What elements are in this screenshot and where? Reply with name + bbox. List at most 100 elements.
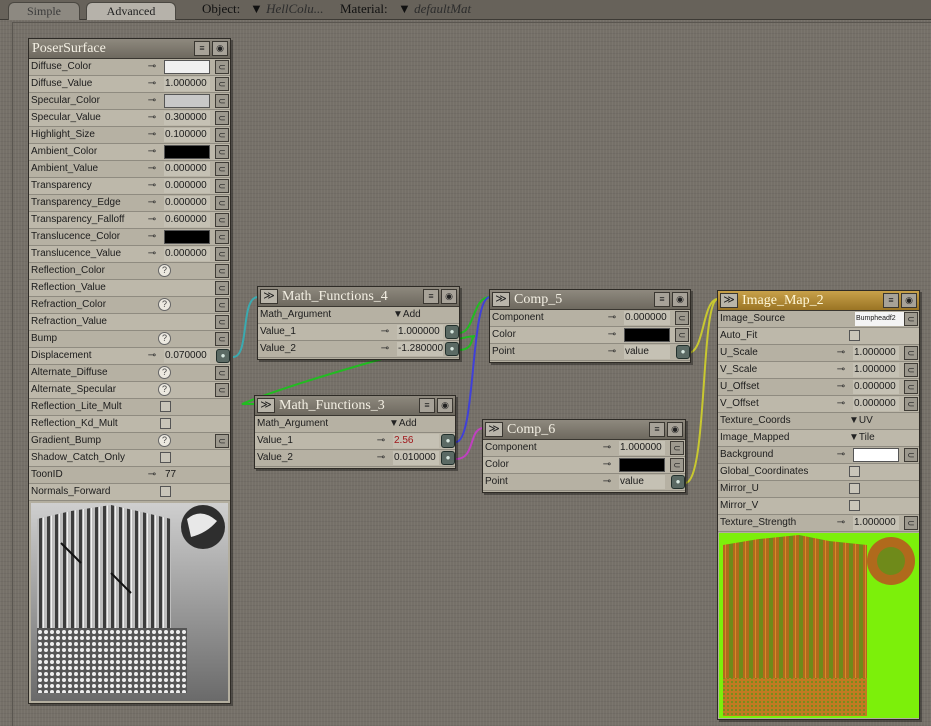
plug-icon[interactable]: ⊂ bbox=[904, 448, 918, 462]
link-icon[interactable]: ⊸ bbox=[597, 441, 617, 455]
color-swatch[interactable] bbox=[164, 94, 210, 108]
link-icon[interactable]: ⊸ bbox=[142, 247, 162, 261]
link-icon[interactable]: ⊸ bbox=[142, 349, 162, 363]
param-value-field[interactable]: 0.000000 bbox=[624, 311, 670, 325]
param-row-value-1[interactable]: Value_1 ⊸ 2.56 ● bbox=[255, 433, 455, 450]
node-header[interactable]: ≫ Image_Map_2 ≡ ◉ bbox=[718, 291, 919, 311]
color-swatch[interactable] bbox=[164, 60, 210, 74]
param-row-shadow-catch-only[interactable]: Shadow_Catch_Only bbox=[29, 450, 230, 467]
param-value-field[interactable]: 1.000000 bbox=[164, 77, 210, 91]
wire-comp5-math4-value1[interactable] bbox=[458, 296, 491, 334]
plug-icon[interactable]: ⊂ bbox=[670, 458, 684, 472]
poser-surface-node[interactable]: PoserSurface ≡ ◉ Diffuse_Color ⊸ ⊂ Diffuse_… bbox=[28, 38, 231, 704]
param-value-field[interactable]: 1.000000 bbox=[397, 325, 443, 339]
param-value-field[interactable]: 1.000000 bbox=[853, 346, 899, 360]
plug-icon[interactable]: ⊂ bbox=[215, 77, 229, 91]
param-row-u-scale[interactable]: U_Scale ⊸ 1.000000 ⊂ bbox=[718, 345, 919, 362]
link-icon[interactable]: ⊸ bbox=[831, 363, 851, 377]
param-value-field[interactable]: 1.000000 bbox=[853, 516, 899, 530]
param-row-v-scale[interactable]: V_Scale ⊸ 1.000000 ⊂ bbox=[718, 362, 919, 379]
menu-icon[interactable]: ≡ bbox=[419, 398, 435, 413]
plug-icon[interactable]: ⊂ bbox=[215, 332, 229, 346]
node-header[interactable]: ≫ Math_Functions_3 ≡ ◉ bbox=[255, 396, 455, 416]
param-row-transparency[interactable]: Transparency ⊸ 0.000000 ⊂ bbox=[29, 178, 230, 195]
plug-icon[interactable]: ⊂ bbox=[215, 145, 229, 159]
param-row-toonid[interactable]: ToonID ⊸ 77 bbox=[29, 467, 230, 484]
link-icon[interactable]: ⊸ bbox=[831, 516, 851, 530]
param-value-field[interactable]: 0.000000 bbox=[164, 179, 210, 193]
plug-icon[interactable]: ⊂ bbox=[904, 346, 918, 360]
color-swatch[interactable] bbox=[853, 448, 899, 462]
link-icon[interactable]: ⊸ bbox=[597, 475, 617, 489]
color-swatch[interactable] bbox=[164, 145, 210, 159]
wire-math4-displacement[interactable] bbox=[232, 296, 259, 358]
plug-icon[interactable]: ⊂ bbox=[215, 60, 229, 74]
plug-icon[interactable]: ⊂ bbox=[670, 441, 684, 455]
link-icon[interactable]: ⊸ bbox=[831, 380, 851, 394]
eye-icon[interactable]: ◉ bbox=[441, 289, 457, 304]
param-row-diffuse-color[interactable]: Diffuse_Color ⊸ ⊂ bbox=[29, 59, 230, 76]
param-value-field[interactable]: 0.000000 bbox=[164, 196, 210, 210]
param-row-specular-value[interactable]: Specular_Value ⊸ 0.300000 ⊂ bbox=[29, 110, 230, 127]
plug-icon[interactable]: ⊂ bbox=[215, 230, 229, 244]
param-row-normals-forward[interactable]: Normals_Forward bbox=[29, 484, 230, 501]
color-swatch[interactable] bbox=[624, 328, 670, 342]
param-row-refraction-color[interactable]: Refraction_Color? ⊂ bbox=[29, 297, 230, 314]
input-socket-icon[interactable]: ● bbox=[445, 325, 459, 339]
param-row-ambient-value[interactable]: Ambient_Value ⊸ 0.000000 ⊂ bbox=[29, 161, 230, 178]
param-row-v-offset[interactable]: V_Offset ⊸ 0.000000 ⊂ bbox=[718, 396, 919, 413]
param-row-global-coordinates[interactable]: Global_Coordinates bbox=[718, 464, 919, 481]
plug-icon[interactable]: ⊂ bbox=[904, 380, 918, 394]
question-icon[interactable]: ? bbox=[158, 264, 171, 277]
plug-icon[interactable]: ⊂ bbox=[904, 516, 918, 530]
plug-icon[interactable]: ⊂ bbox=[675, 311, 689, 325]
param-row-reflection-color[interactable]: Reflection_Color? ⊂ bbox=[29, 263, 230, 280]
param-row-point[interactable]: Point ⊸ value ● bbox=[483, 474, 685, 491]
param-value-field[interactable]: value bbox=[624, 345, 670, 359]
param-value-field[interactable]: 0.000000 bbox=[853, 380, 899, 394]
plug-icon[interactable]: ⊂ bbox=[675, 328, 689, 342]
param-row-value-1[interactable]: Value_1 ⊸ 1.000000 ● bbox=[258, 324, 459, 341]
question-icon[interactable]: ? bbox=[158, 332, 171, 345]
comp-6-node[interactable]: ≫ Comp_6 ≡ ◉ Component ⊸ 1.000000 ⊂ Color ⊸ ⊂ P… bbox=[482, 419, 686, 493]
collapse-icon[interactable]: ≫ bbox=[485, 422, 503, 437]
plug-icon[interactable]: ⊂ bbox=[215, 94, 229, 108]
node-header[interactable]: PoserSurface ≡ ◉ bbox=[29, 39, 230, 59]
param-value-field[interactable]: 0.010000 bbox=[393, 451, 439, 465]
param-value-field[interactable]: 77 bbox=[164, 468, 210, 482]
plug-icon[interactable]: ⊂ bbox=[215, 179, 229, 193]
link-icon[interactable]: ⊸ bbox=[602, 345, 622, 359]
node-header[interactable]: ≫ Comp_6 ≡ ◉ bbox=[483, 420, 685, 440]
param-row-mirror-u[interactable]: Mirror_U bbox=[718, 481, 919, 498]
link-icon[interactable]: ⊸ bbox=[142, 213, 162, 227]
question-icon[interactable]: ? bbox=[158, 383, 171, 396]
wire-comp6-math3-value2[interactable] bbox=[455, 427, 485, 460]
plug-icon[interactable]: ⊂ bbox=[215, 366, 229, 380]
param-row-component[interactable]: Component ⊸ 0.000000 ⊂ bbox=[490, 310, 690, 327]
param-row-reflection-kd-mult[interactable]: Reflection_Kd_Mult bbox=[29, 416, 230, 433]
checkbox[interactable] bbox=[160, 486, 171, 497]
param-value-field[interactable]: 0.000000 bbox=[853, 397, 899, 411]
link-icon[interactable]: ⊸ bbox=[831, 346, 851, 360]
link-icon[interactable]: ⊸ bbox=[371, 451, 391, 465]
param-value-field[interactable]: 0.000000 bbox=[164, 247, 210, 261]
param-value-field[interactable]: -1.280000 bbox=[397, 342, 443, 356]
param-value-field[interactable]: 0.070000 bbox=[164, 349, 210, 363]
plug-icon[interactable]: ⊂ bbox=[215, 247, 229, 261]
param-value-field[interactable]: 0.000000 bbox=[164, 162, 210, 176]
link-icon[interactable]: ⊸ bbox=[142, 111, 162, 125]
link-icon[interactable]: ⊸ bbox=[142, 162, 162, 176]
plug-icon[interactable]: ⊂ bbox=[215, 383, 229, 397]
link-icon[interactable]: ⊸ bbox=[142, 128, 162, 142]
param-row-texture-coords[interactable]: Texture_Coords ▼UV bbox=[718, 413, 919, 430]
node-header[interactable]: ≫ Math_Functions_4 ≡ ◉ bbox=[258, 287, 459, 307]
param-row-point[interactable]: Point ⊸ value ● bbox=[490, 344, 690, 361]
eye-icon[interactable]: ◉ bbox=[901, 293, 917, 308]
link-icon[interactable]: ⊸ bbox=[831, 397, 851, 411]
param-row-ambient-color[interactable]: Ambient_Color ⊸ ⊂ bbox=[29, 144, 230, 161]
dropdown-select[interactable]: ▼Add bbox=[389, 417, 417, 431]
comp-5-node[interactable]: ≫ Comp_5 ≡ ◉ Component ⊸ 0.000000 ⊂ Color ⊸ ⊂ P… bbox=[489, 289, 691, 363]
eye-icon[interactable]: ◉ bbox=[667, 422, 683, 437]
plug-icon[interactable]: ⊂ bbox=[215, 298, 229, 312]
link-icon[interactable]: ⊸ bbox=[142, 468, 162, 482]
